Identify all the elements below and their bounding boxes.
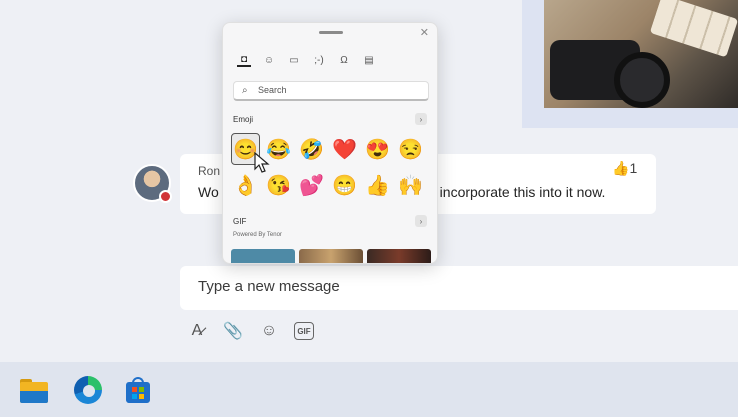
emoji-picker: ✕ ◘ ☺ ▭ ;-) Ω ▤ ⌕ Emoji › 😊 😂 🤣 ❤️ 😍 😒 👌… <box>222 22 438 264</box>
gif-thumbnail[interactable] <box>367 249 431 263</box>
search-icon: ⌕ <box>242 85 248 96</box>
gif-more-icon[interactable]: › <box>415 215 427 227</box>
emoji-item[interactable]: 👍 <box>363 169 392 201</box>
camera-lens-graphic <box>614 52 670 108</box>
presence-busy-icon <box>159 190 172 203</box>
powered-by-label: Powered By Tenor <box>233 232 282 238</box>
emoji-section-label: Emoji <box>233 115 254 124</box>
format-icon[interactable]: A̷ <box>186 320 208 342</box>
attach-icon[interactable]: 📎 <box>222 320 244 342</box>
emoji-item[interactable]: 😍 <box>363 133 392 165</box>
keyboard-graphic <box>649 0 738 58</box>
compose-toolbar: A̷ 📎 ☺ GIF <box>186 320 314 342</box>
drag-handle[interactable] <box>319 31 343 34</box>
symbols-icon[interactable]: Ω <box>337 53 351 67</box>
file-explorer-icon[interactable] <box>20 376 48 404</box>
edge-browser-icon[interactable] <box>74 376 102 404</box>
message-text-end: d incorporate this into it now. <box>428 184 606 200</box>
gif-tab-icon[interactable]: ▭ <box>287 53 301 67</box>
shared-image[interactable] <box>544 0 738 108</box>
emoji-search-input[interactable] <box>258 85 418 95</box>
category-tabs: ◘ ☺ ▭ ;-) Ω ▤ <box>237 53 376 67</box>
sticker-icon[interactable]: ◘ <box>237 53 251 67</box>
emoji-item[interactable]: ❤️ <box>330 133 359 165</box>
clipboard-icon[interactable]: ▤ <box>362 53 376 67</box>
gif-thumbnail[interactable] <box>231 249 295 263</box>
emoji-item[interactable]: 🤣 <box>297 133 326 165</box>
emoji-item[interactable]: 💕 <box>297 169 326 201</box>
avatar[interactable] <box>133 164 172 203</box>
close-icon[interactable]: ✕ <box>420 26 429 39</box>
kaomoji-icon[interactable]: ;-) <box>312 53 326 67</box>
compose-box[interactable] <box>180 266 738 310</box>
message-sender: Ron <box>198 164 221 178</box>
reaction-count: 1 <box>629 160 638 176</box>
emoji-item[interactable]: 😒 <box>396 133 425 165</box>
smiley-icon[interactable]: ☺ <box>262 53 276 67</box>
thumbs-up-icon: 👍 <box>612 160 630 176</box>
gif-thumbnail[interactable] <box>299 249 363 263</box>
emoji-icon[interactable]: ☺ <box>258 320 280 342</box>
reaction-badge[interactable]: 👍1 <box>612 160 637 177</box>
message-input[interactable] <box>198 278 598 295</box>
taskbar <box>0 362 738 417</box>
emoji-search[interactable]: ⌕ <box>233 81 429 101</box>
mouse-pointer-icon <box>254 152 270 173</box>
gif-icon[interactable]: GIF <box>294 322 314 340</box>
gif-row <box>231 249 431 263</box>
message-text-start: Wo <box>198 184 219 200</box>
gif-section-label: GIF <box>233 217 247 226</box>
store-icon[interactable] <box>124 376 152 404</box>
emoji-item[interactable]: 🙌 <box>396 169 425 201</box>
emoji-more-icon[interactable]: › <box>415 113 427 125</box>
emoji-item[interactable]: 😁 <box>330 169 359 201</box>
